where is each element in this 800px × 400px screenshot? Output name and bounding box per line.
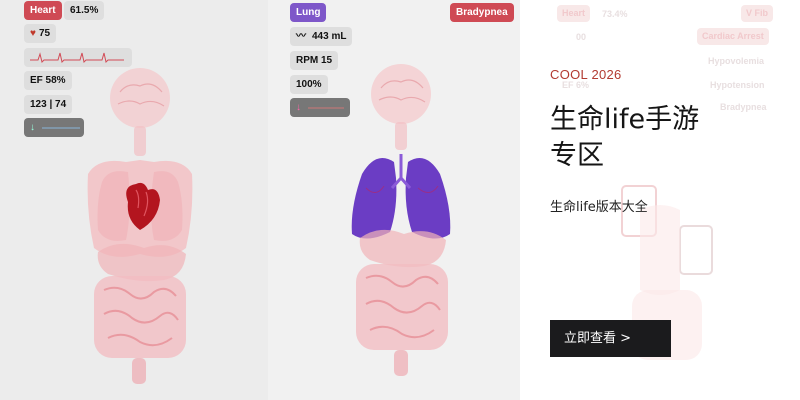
promo-kicker: COOL 2026 (550, 67, 622, 82)
ghost-hypotension: Hypotension (710, 80, 765, 90)
oxygen-saturation-chip: 100% (290, 75, 328, 94)
heart-rate-value: 75 (38, 28, 51, 39)
wave-icon: 〰 (296, 31, 306, 42)
ghost-rate: 00 (576, 32, 587, 42)
ghost-hypovolemia: Hypovolemia (708, 56, 765, 66)
heart-organ-badge[interactable]: Heart (24, 1, 62, 20)
ghost-percent: 73.4% (602, 9, 628, 19)
arrow-down-icon: ↓ (30, 122, 35, 133)
heart-body-figure (87, 68, 193, 384)
ejection-fraction-chip: EF 58% (24, 71, 72, 90)
tidal-volume-chip: 〰 443 mL (290, 27, 353, 46)
ghost-heart-badge: Heart (557, 5, 591, 22)
heart-panel: Heart 61.5% ♥ 75 EF 58% 123 | 74 ↓ (0, 0, 268, 400)
lung-trend-bar[interactable]: ↓ (290, 98, 350, 117)
view-now-button[interactable]: 立即查看 > (550, 320, 671, 357)
promo-panel: Heart 73.4% V Fib 00 Cardiac Arrest Hypo… (520, 0, 800, 400)
bradypnea-status-badge: Bradypnea (450, 3, 514, 22)
lung-body-figure (351, 64, 451, 376)
right-lung (405, 158, 451, 239)
left-lung (351, 158, 397, 239)
heart-icon: ♥ (30, 28, 36, 39)
respiration-rate-chip: RPM 15 (290, 51, 339, 70)
heart-rate-chip: ♥ 75 (24, 24, 57, 43)
promo-title: 生命life手游专区 (550, 104, 700, 171)
blood-pressure-chip: 123 | 74 (24, 95, 73, 114)
trend-line-icon (308, 107, 344, 109)
promo-subtitle: 生命life版本大全 (550, 200, 648, 215)
heart-percent-chip: 61.5% (64, 1, 105, 20)
lung-panel: Lung Bradypnea 〰 443 mL RPM 15 100% ↓ (268, 0, 520, 400)
ghost-vfib-badge: V Fib (741, 5, 773, 22)
lung-organ-badge[interactable]: Lung (290, 3, 327, 22)
brain-shape (110, 68, 170, 128)
arrow-down-icon: ↓ (296, 102, 301, 113)
brain-shape (371, 64, 431, 124)
ghost-cardiac-arrest-badge: Cardiac Arrest (697, 28, 769, 45)
ghost-bradypnea: Bradypnea (720, 102, 767, 112)
tidal-volume-value: 443 mL (312, 31, 347, 42)
